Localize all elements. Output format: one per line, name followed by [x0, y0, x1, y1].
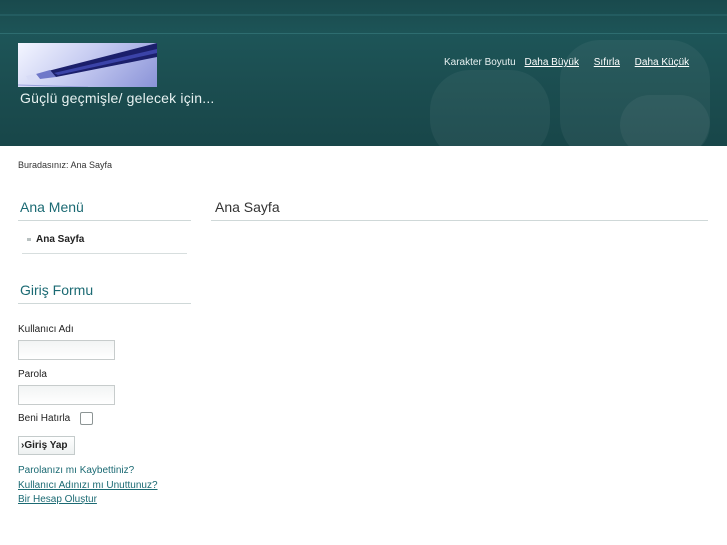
forgot-password-link[interactable]: Parolanızı mı Kaybettiniz? — [18, 465, 134, 476]
font-size-label: Karakter Boyutu — [444, 57, 516, 68]
login-form-title: Giriş Formu — [20, 282, 94, 298]
username-input[interactable] — [18, 340, 115, 360]
header-watermark — [620, 95, 710, 146]
password-input[interactable] — [18, 385, 115, 405]
password-label: Parola — [18, 369, 47, 380]
menu-item-home[interactable]: Ana Sayfa — [36, 234, 84, 245]
main-menu-divider — [18, 220, 191, 221]
forgot-username-link[interactable]: Kullanıcı Adınızı mı Unuttunuz? — [18, 480, 158, 491]
login-button-label: Giriş Yap — [24, 440, 68, 451]
breadcrumb: Buradasınız: Ana Sayfa — [18, 160, 113, 170]
main-menu-title: Ana Menü — [20, 199, 84, 215]
page-title-divider — [211, 220, 708, 221]
register-link[interactable]: Bir Hesap Oluştur — [18, 494, 97, 505]
font-size-controls: Karakter Boyutu Daha Büyük Sıfırla Daha … — [444, 57, 689, 68]
header-top-line — [0, 14, 727, 16]
header-watermark — [430, 70, 550, 146]
remember-me-checkbox[interactable] — [80, 412, 93, 425]
site-header: Güçlü geçmişle/ gelecek için... Karakter… — [0, 0, 727, 146]
header-top-band — [0, 0, 727, 34]
fountain-pen-icon — [18, 43, 157, 87]
username-label: Kullanıcı Adı — [18, 324, 74, 335]
font-smaller-link[interactable]: Daha Küçük — [635, 57, 689, 68]
menu-item-divider — [22, 253, 187, 254]
font-reset-link[interactable]: Sıfırla — [594, 57, 620, 68]
login-button[interactable]: ›Giriş Yap — [18, 436, 75, 455]
bullet-icon — [27, 238, 31, 241]
login-form-divider — [18, 303, 191, 304]
page-title: Ana Sayfa — [215, 199, 280, 215]
font-bigger-link[interactable]: Daha Büyük — [525, 57, 579, 68]
logo-image[interactable] — [18, 43, 157, 87]
site-tagline: Güçlü geçmişle/ gelecek için... — [20, 90, 215, 106]
remember-me-label: Beni Hatırla — [18, 413, 71, 424]
